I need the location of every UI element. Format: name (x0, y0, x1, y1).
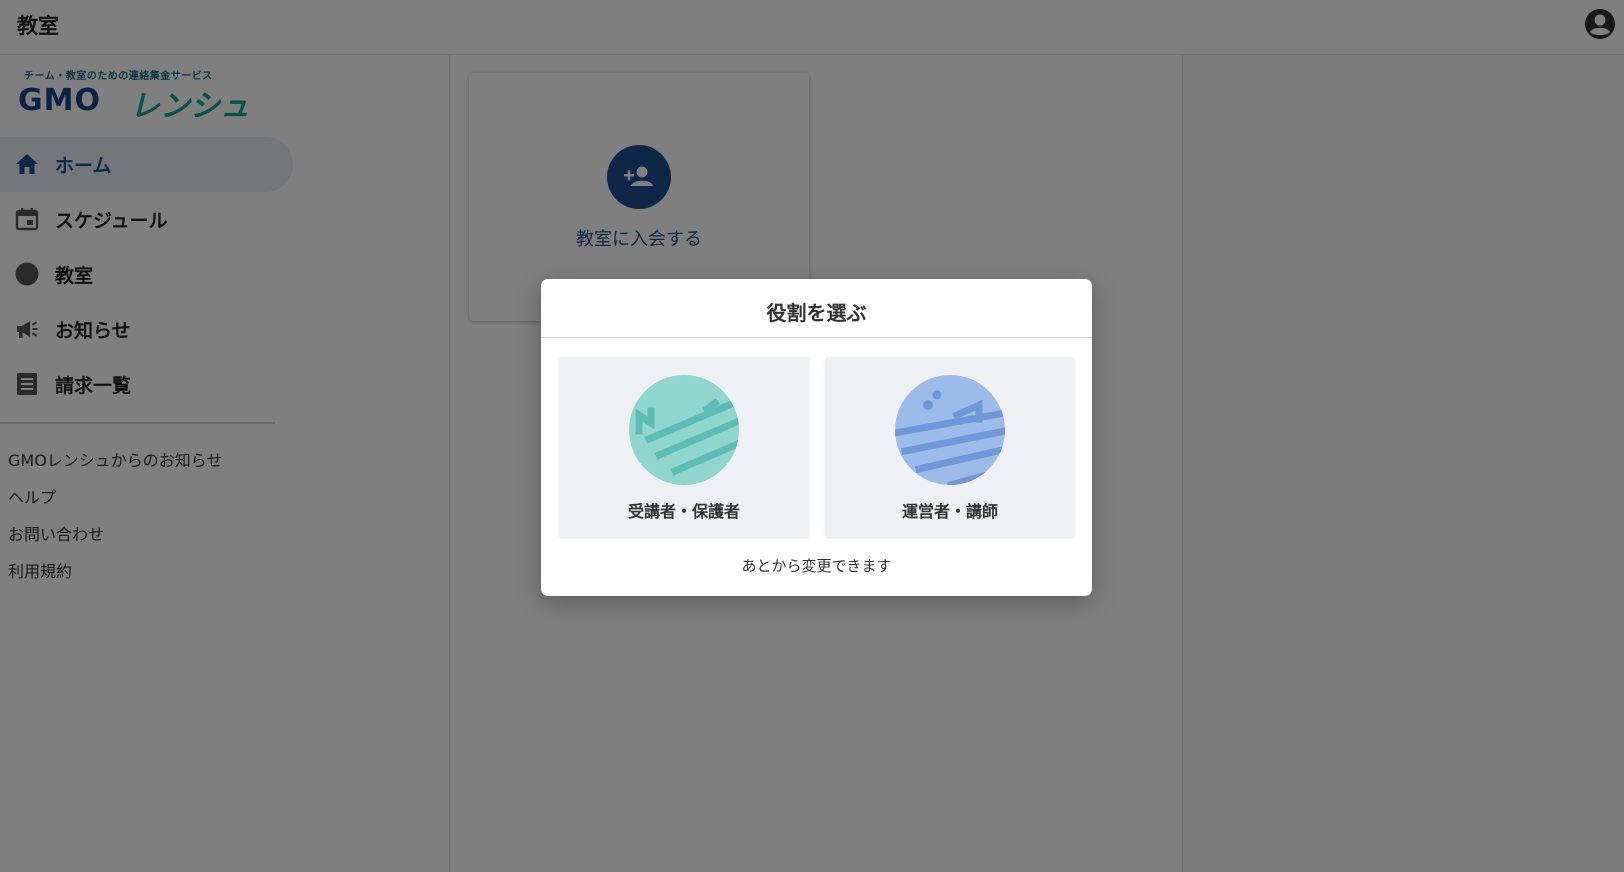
role-card-student[interactable]: 受講者・保護者 (559, 357, 809, 537)
role-select-dialog: 役割を選ぶ 受講者・保護者 運営者・講師 あとから変更できます (541, 279, 1092, 596)
student-role-illustration (629, 375, 739, 485)
role-card-staff[interactable]: 運営者・講師 (825, 357, 1075, 537)
dialog-divider (541, 337, 1092, 338)
staff-role-illustration (895, 375, 1005, 485)
role-label-student: 受講者・保護者 (627, 502, 740, 521)
dialog-note: あとから変更できます (741, 557, 892, 575)
dialog-title: 役割を選ぶ (766, 301, 867, 325)
role-label-staff: 運営者・講師 (901, 502, 998, 521)
